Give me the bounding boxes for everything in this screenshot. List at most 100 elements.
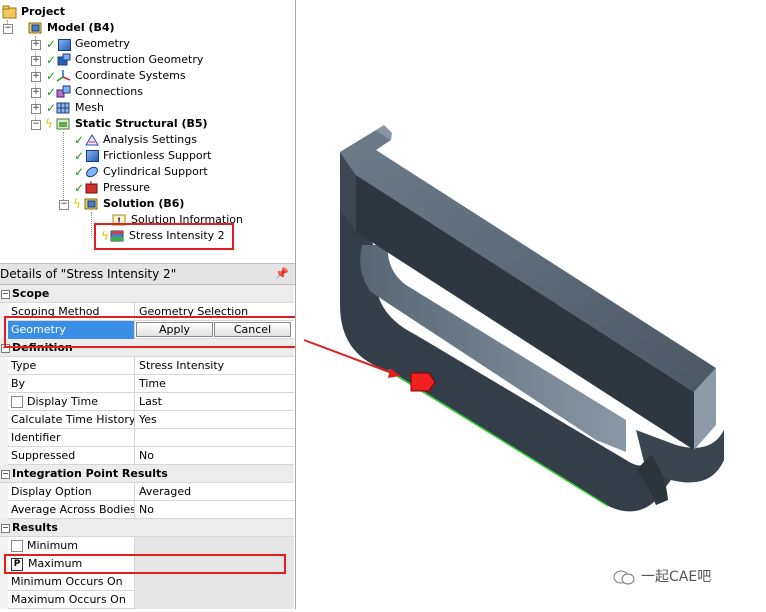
tree-node-connections[interactable]: Connections	[56, 84, 143, 100]
pressure-icon	[84, 181, 100, 195]
probe-marker-icon[interactable]	[410, 372, 436, 392]
check-icon: ✓	[74, 165, 85, 179]
property-value[interactable]: No	[135, 447, 294, 465]
section-results[interactable]: − Results	[0, 519, 294, 537]
tree-node-static-structural[interactable]: Static Structural (B5)	[56, 116, 208, 132]
tree-node-construction-geometry[interactable]: Construction Geometry	[56, 52, 203, 68]
collapse-toggle[interactable]: −	[1, 290, 10, 299]
cae-model[interactable]	[340, 125, 724, 512]
mesh-icon	[56, 101, 72, 115]
property-row[interactable]: Type Stress Intensity	[0, 357, 294, 375]
watermark: 一起CAE吧	[613, 566, 711, 586]
geometry-icon	[56, 37, 72, 51]
tree-label: Solution (B6)	[103, 197, 185, 210]
watermark-text: 一起CAE吧	[641, 569, 712, 585]
property-label: Average Across Bodies	[8, 501, 135, 519]
collapse-toggle[interactable]: −	[1, 470, 10, 479]
tree-label: Connections	[75, 85, 143, 98]
highlight-box	[94, 223, 234, 250]
tree-node-geometry[interactable]: Geometry	[56, 36, 130, 52]
label-text: Minimum	[27, 539, 78, 552]
property-value[interactable]: No	[135, 501, 294, 519]
property-row[interactable]: Display Option Averaged	[0, 483, 294, 501]
property-row[interactable]: Suppressed No	[0, 447, 294, 465]
cylinder-icon	[84, 165, 100, 179]
property-value[interactable]: Last	[135, 393, 294, 411]
tree-node-model[interactable]: Model (B4)	[28, 20, 115, 36]
property-label: Calculate Time History	[8, 411, 135, 429]
collapse-toggle[interactable]: −	[59, 200, 69, 210]
checkbox[interactable]	[11, 396, 23, 408]
property-row[interactable]: Identifier	[0, 429, 294, 447]
tree-node-solution[interactable]: Solution (B6)	[84, 196, 184, 212]
tree-label: Analysis Settings	[103, 133, 197, 146]
property-value[interactable]: Time	[135, 375, 294, 393]
details-header: Details of "Stress Intensity 2" 📌	[0, 263, 295, 285]
property-label: By	[8, 375, 135, 393]
tree-node-pressure[interactable]: Pressure	[84, 180, 150, 196]
lightning-icon: ϟ	[45, 117, 53, 131]
details-title: Details of "Stress Intensity 2"	[0, 267, 177, 281]
check-icon: ✓	[46, 53, 57, 67]
check-icon: ✓	[46, 37, 57, 51]
property-label: Type	[8, 357, 135, 375]
wechat-icon	[613, 569, 635, 585]
property-row[interactable]: Minimum	[0, 537, 294, 555]
checkbox[interactable]	[11, 540, 23, 552]
tree-label: Pressure	[103, 181, 150, 194]
tree-label: Mesh	[75, 101, 104, 114]
tree-label: Cylindrical Support	[103, 165, 208, 178]
expand-toggle[interactable]: +	[31, 56, 41, 66]
check-icon: ✓	[46, 69, 57, 83]
tree-label: Model (B4)	[47, 21, 115, 34]
property-label: Identifier	[8, 429, 135, 447]
tree-node-coordinate-systems[interactable]: Coordinate Systems	[56, 68, 186, 84]
tree-node-analysis-settings[interactable]: Analysis Settings	[84, 132, 197, 148]
property-value[interactable]: Averaged	[135, 483, 294, 501]
model-icon	[28, 21, 44, 35]
graphics-viewport[interactable]	[296, 0, 766, 609]
tree-node-project[interactable]: Project	[2, 4, 65, 20]
property-value	[135, 537, 294, 555]
analysis-settings-icon	[84, 133, 100, 147]
property-row[interactable]: Minimum Occurs On	[0, 573, 294, 591]
property-label: Suppressed	[8, 447, 135, 465]
property-row[interactable]: Maximum Occurs On	[0, 591, 294, 609]
expand-toggle[interactable]: +	[31, 88, 41, 98]
property-row[interactable]: Display Time Last	[0, 393, 294, 411]
property-value	[135, 573, 294, 591]
highlight-box	[4, 316, 295, 348]
tree-node-frictionless-support[interactable]: Frictionless Support	[84, 148, 212, 164]
property-value[interactable]: Yes	[135, 411, 294, 429]
section-label: Integration Point Results	[12, 467, 168, 480]
collapse-toggle[interactable]: −	[31, 120, 41, 130]
tree-label: Construction Geometry	[75, 53, 204, 66]
tree-label: Static Structural (B5)	[75, 117, 208, 130]
expand-toggle[interactable]: +	[31, 104, 41, 114]
section-integration-point-results[interactable]: − Integration Point Results	[0, 465, 294, 483]
property-row[interactable]: Average Across Bodies No	[0, 501, 294, 519]
folder-icon	[2, 5, 18, 19]
model-view[interactable]	[296, 0, 766, 609]
pin-icon[interactable]: 📌	[275, 264, 289, 284]
check-icon: ✓	[74, 149, 85, 163]
left-panel: Project − Model (B4) + ✓ Geometry + ✓ Co…	[0, 0, 296, 609]
tree-node-cylindrical-support[interactable]: Cylindrical Support	[84, 164, 208, 180]
connections-icon	[56, 85, 72, 99]
check-icon: ✓	[46, 101, 57, 115]
property-value[interactable]: Stress Intensity	[135, 357, 294, 375]
expand-toggle[interactable]: +	[31, 72, 41, 82]
tree-label: Frictionless Support	[103, 149, 212, 162]
section-label: Results	[12, 521, 58, 534]
property-row[interactable]: By Time	[0, 375, 294, 393]
tree-label: Project	[21, 5, 66, 18]
section-scope[interactable]: − Scope	[0, 285, 294, 303]
property-value[interactable]	[135, 429, 294, 447]
tree-node-mesh[interactable]: Mesh	[56, 100, 104, 116]
expand-toggle[interactable]: +	[31, 40, 41, 50]
collapse-toggle[interactable]: −	[1, 524, 10, 533]
check-icon: ✓	[74, 133, 85, 147]
highlight-box	[4, 554, 286, 574]
collapse-toggle[interactable]: −	[3, 24, 13, 34]
property-row[interactable]: Calculate Time History Yes	[0, 411, 294, 429]
